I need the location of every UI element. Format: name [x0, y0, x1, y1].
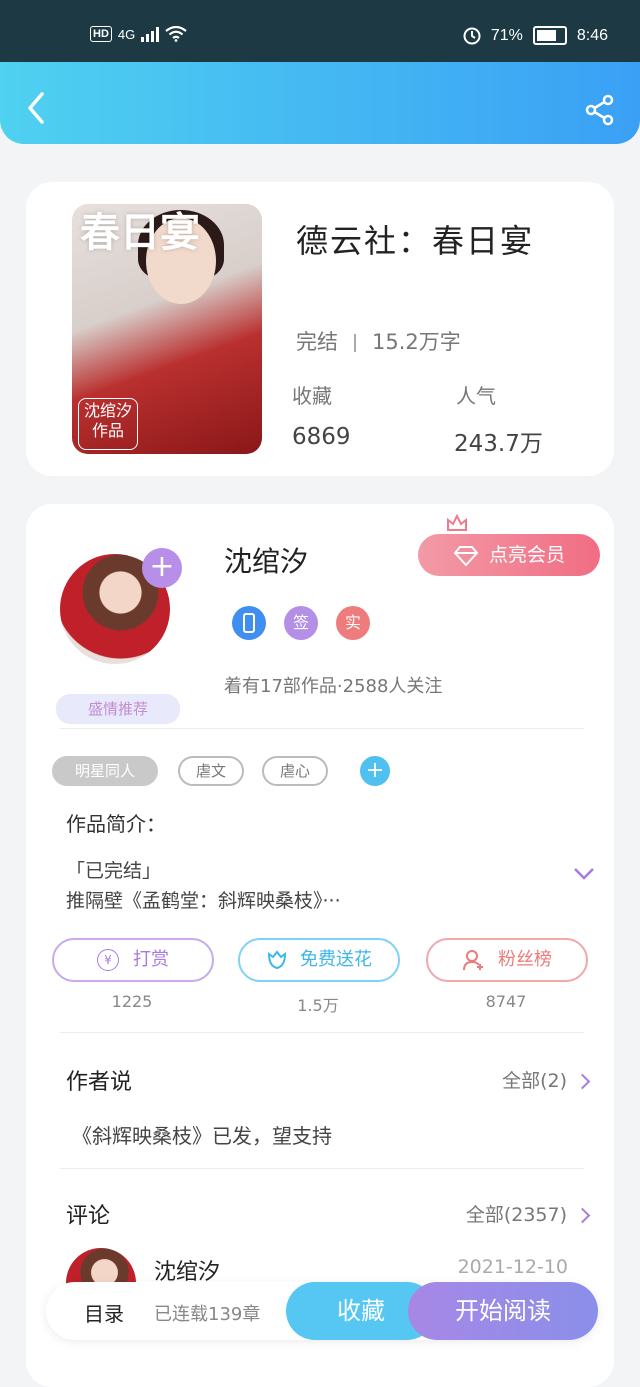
flower-icon: [267, 950, 287, 970]
comments-more[interactable]: 全部(2357): [465, 1200, 591, 1227]
tag-chip[interactable]: 虐心: [262, 756, 328, 786]
intro-text: 「已完结」 推隔壁《孟鹤堂：斜辉映桑枝》···: [66, 856, 341, 916]
fans-icon: [463, 950, 483, 971]
add-tag-button[interactable]: +: [360, 756, 390, 786]
comments-title: 评论: [66, 1204, 111, 1229]
author-name[interactable]: 沈绾汐: [224, 540, 308, 580]
intro-line: 推隔壁《孟鹤堂：斜辉映桑枝》···: [66, 890, 341, 912]
share-icon[interactable]: [584, 94, 616, 126]
clock: 8:46: [576, 26, 608, 44]
follow-plus-button[interactable]: +: [142, 548, 182, 588]
cover-badge-author: 沈绾汐: [83, 401, 132, 420]
tip-label: 打赏: [133, 949, 169, 970]
author-says-title: 作者说: [66, 1070, 133, 1095]
cover-badge-label: 作品: [91, 421, 124, 440]
signed-badge: 签: [284, 606, 318, 640]
author-says-text[interactable]: 《斜辉映桑枝》已发，望支持: [72, 1120, 332, 1149]
popularity-value: 243.7万: [454, 431, 543, 457]
word-count: 15.2万字: [372, 330, 461, 354]
yen-icon: ¥: [97, 949, 119, 971]
battery-percent: 71%: [490, 26, 523, 44]
hd-indicator: HD: [90, 26, 112, 42]
author-card: + 盛情推荐 沈绾汐 点亮会员 签 实 着有17部作品·2588人关注 明星同人…: [26, 504, 614, 1387]
divider: [60, 728, 584, 729]
book-title: 德云社：春日宴: [296, 222, 535, 260]
chevron-down-icon[interactable]: [572, 866, 596, 882]
popularity-label: 人气: [456, 384, 496, 408]
status-bar: HD 4G 71% 8:46: [0, 0, 640, 62]
flower-label: 免费送花: [300, 949, 372, 970]
recommend-banner: 盛情推荐: [56, 694, 180, 724]
comments-more-label: 全部(2357): [465, 1204, 567, 1226]
chevron-right-icon: [574, 1073, 591, 1090]
serial-status: 已连载139章: [154, 1304, 261, 1325]
back-icon[interactable]: [22, 90, 50, 126]
start-reading-button[interactable]: 开始阅读: [408, 1282, 598, 1340]
comment-date: 2021-12-10: [457, 1256, 568, 1278]
cover-title: 春日宴: [80, 209, 200, 256]
signal-icon: [141, 26, 160, 42]
tip-button[interactable]: ¥ 打赏: [52, 938, 214, 982]
network-type: 4G: [117, 26, 136, 42]
author-says-more[interactable]: 全部(2): [502, 1066, 591, 1093]
book-info-card: 春日宴 沈绾汐 作品 德云社：春日宴 完结 15.2万字 收藏 人气 6869 24…: [26, 182, 614, 476]
book-cover[interactable]: 春日宴 沈绾汐 作品: [72, 204, 262, 454]
fan-rank-label: 粉丝榜: [498, 949, 552, 970]
phone-badge-icon: [232, 606, 266, 640]
vip-button[interactable]: 点亮会员: [418, 534, 600, 576]
flower-count: 1.5万: [297, 996, 339, 1015]
diamond-icon: [453, 545, 479, 566]
book-status-line: 完结 15.2万字: [296, 326, 461, 356]
collect-label: 收藏: [292, 384, 332, 408]
author-badges: 签 实: [232, 606, 370, 640]
crown-icon: [447, 514, 467, 531]
wifi-icon: [165, 26, 187, 42]
chevron-right-icon: [574, 1207, 591, 1224]
fan-rank-button[interactable]: 粉丝榜: [426, 938, 588, 982]
vip-button-label: 点亮会员: [488, 544, 565, 566]
book-status: 完结: [296, 330, 338, 354]
collect-value: 6869: [292, 424, 351, 450]
author-says-more-label: 全部(2): [502, 1070, 567, 1092]
tag-chip[interactable]: 明星同人: [52, 756, 158, 786]
catalog-button[interactable]: 目录: [84, 1298, 124, 1327]
alarm-icon: [463, 27, 481, 44]
send-flower-button[interactable]: 免费送花: [238, 938, 400, 982]
divider: [60, 1168, 584, 1169]
verified-badge: 实: [336, 606, 370, 640]
intro-line: 「已完结」: [66, 860, 162, 882]
status-divider: [354, 334, 356, 352]
author-stats: 着有17部作品·2588人关注: [224, 676, 443, 697]
top-header: [0, 62, 640, 144]
tip-count: 1225: [111, 992, 153, 1011]
cover-author-badge: 沈绾汐 作品: [78, 398, 138, 450]
intro-title: 作品简介：: [66, 812, 166, 836]
fan-count: 8747: [485, 992, 527, 1011]
battery-icon: [532, 26, 567, 45]
tag-chip[interactable]: 虐文: [178, 756, 244, 786]
divider: [60, 1032, 584, 1033]
bottom-action-bar: 目录 已连载139章 收藏 开始阅读: [46, 1282, 598, 1340]
